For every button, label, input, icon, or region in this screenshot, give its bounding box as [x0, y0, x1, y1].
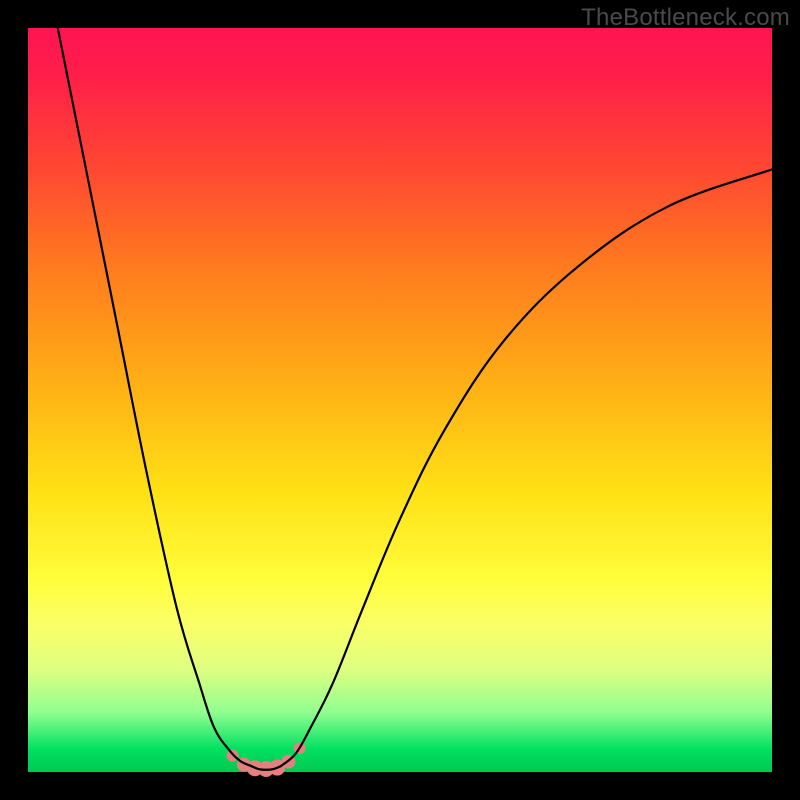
series-left-branch [58, 28, 251, 766]
series-right-branch [281, 169, 772, 766]
chart-svg [28, 28, 772, 772]
curve-layer [58, 28, 772, 770]
